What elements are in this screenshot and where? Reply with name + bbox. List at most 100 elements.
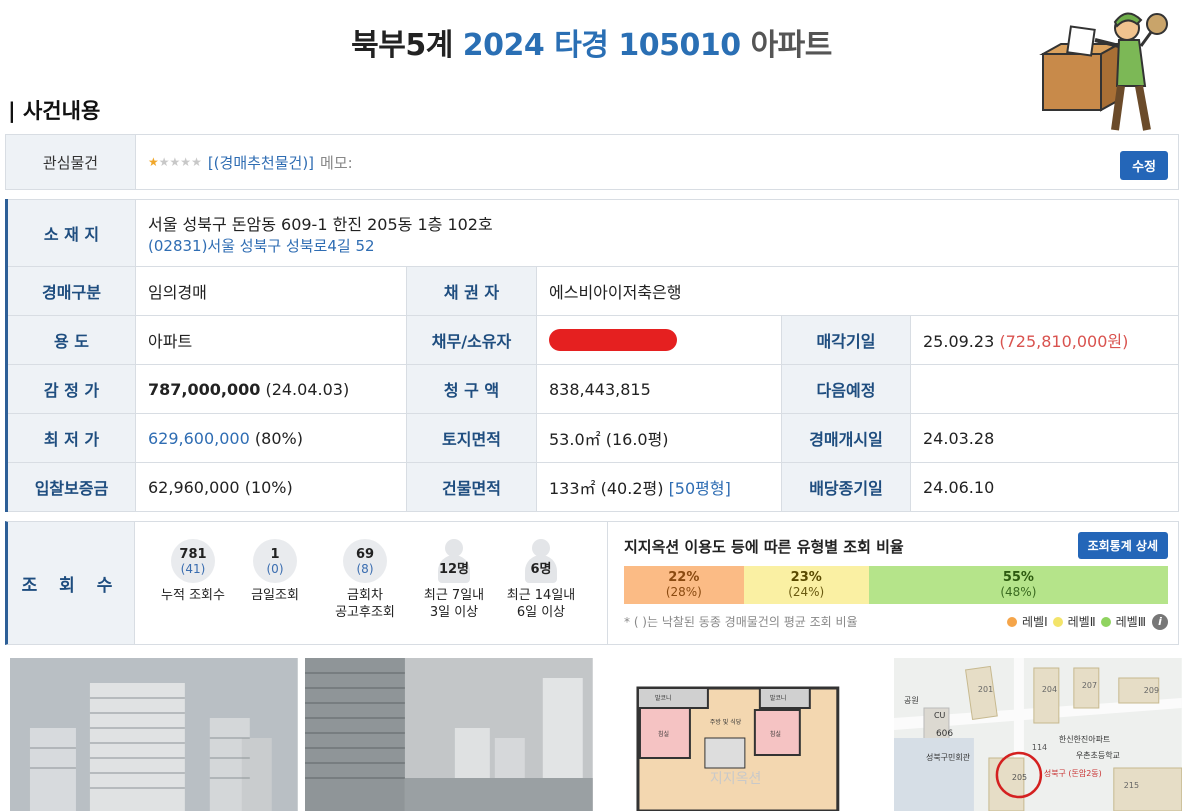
map-label: 우촌초등학교: [1076, 750, 1120, 760]
deposit-label: 입찰보증금: [6, 462, 136, 512]
page-title: 북부5계 2024 타경 105010 아파트: [0, 20, 1183, 64]
legend-label: 레벨Ⅲ: [1115, 615, 1146, 629]
sale-date-label: 매각기일: [781, 315, 911, 365]
land-area-value: 53.0㎡ (16.0평): [536, 413, 782, 463]
appraisal-label: 감 정 가: [6, 364, 136, 414]
apartment-photo-1[interactable]: [10, 658, 298, 811]
view-count-label: 조 회 수: [8, 522, 135, 644]
count-number: 781: [179, 546, 207, 562]
count-caption: 최근 7일내 3일 이상: [414, 587, 494, 621]
building-area-value: 133㎡ (40.2평): [549, 479, 664, 498]
map-label: 207: [1082, 681, 1097, 690]
dividend-deadline-value: 24.06.10: [910, 462, 1179, 512]
table-row: 소 재 지 서울 성북구 돈암동 609-1 한진 205동 1층 102호 (…: [6, 199, 1179, 267]
floorplan-label: 발코니: [654, 694, 671, 702]
count-sub: (0): [266, 561, 284, 576]
level2-dot-icon: [1052, 616, 1063, 627]
court-name: 북부5계: [351, 28, 453, 63]
count-caption: 누적 조회수: [161, 588, 225, 603]
ratio-segment-level3: 55% (48%): [868, 566, 1168, 604]
counter-today: 1 (0) 금일조회: [235, 539, 315, 604]
star-filled-icon[interactable]: ★: [148, 155, 159, 169]
case-info-table: 소 재 지 서울 성북구 돈암동 609-1 한진 205동 1층 102호 (…: [5, 199, 1179, 512]
star-empty-icon[interactable]: ★: [170, 155, 181, 169]
floorplan-label: 주방 및 식당: [709, 718, 741, 726]
auction-type-label: 경매구분: [6, 266, 136, 316]
floorplan-label: 침실: [769, 730, 780, 738]
counter-total: 781 (41) 누적 조회수: [153, 539, 233, 604]
segment-avg: (24%): [788, 585, 825, 599]
level-legend: 레벨Ⅰ 레벨Ⅱ 레벨Ⅲ i: [1007, 613, 1168, 630]
ratio-segment-level2: 23% (24%): [743, 566, 869, 604]
stats-detail-button[interactable]: 조회통계 상세: [1077, 532, 1168, 559]
legend-label: 레벨Ⅰ: [1022, 615, 1048, 629]
appraisal-value: 787,000,000: [148, 379, 261, 399]
edit-button[interactable]: 수정: [1120, 151, 1168, 180]
land-area-label: 토지면적: [406, 413, 537, 463]
star-empty-icon[interactable]: ★: [191, 155, 202, 169]
property-kind: 아파트: [750, 28, 833, 63]
caption-line: 금회차: [347, 588, 383, 603]
star-empty-icon[interactable]: ★: [159, 155, 170, 169]
building-area-cell: 133㎡ (40.2평) [50평형]: [536, 462, 782, 512]
next-schedule-value: [910, 364, 1179, 414]
interest-row: 관심물건 ★★★★★ [(경매추천물건)] 메모: 수정: [5, 134, 1179, 190]
table-row: 감 정 가 787,000,000 (24.04.03) 청 구 액 838,4…: [6, 364, 1179, 414]
sale-date: 25.09.23: [923, 332, 995, 351]
debtor-value: [536, 315, 782, 365]
table-row: 경매구분 임의경매 채 권 자 에스비아이저축은행: [6, 266, 1179, 316]
start-date-value: 24.03.28: [910, 413, 1179, 463]
person-icon: 12명: [432, 539, 476, 583]
claim-label: 청 구 액: [406, 364, 537, 414]
recommend-link[interactable]: [(경매추천물건)]: [208, 152, 314, 173]
count-bubble: 69 (8): [343, 539, 387, 583]
count-caption: 금회차 공고후조회: [325, 587, 405, 621]
segment-value: 22%: [668, 570, 700, 585]
count-bubble: 1 (0): [253, 539, 297, 583]
auction-type-value: 임의경매: [135, 266, 407, 316]
segment-avg: (28%): [665, 585, 702, 599]
floorplan-label: 발코니: [769, 694, 786, 702]
count-caption: 최근 14일내 6일 이상: [501, 587, 581, 621]
count-number: 12명: [438, 562, 470, 577]
level3-dot-icon: [1100, 616, 1111, 627]
info-icon[interactable]: i: [1152, 613, 1168, 630]
legend-label: 레벨Ⅱ: [1067, 615, 1096, 629]
table-row: 입찰보증금 62,960,000 (10%) 건물면적 133㎡ (40.2평)…: [6, 462, 1179, 512]
segment-value: 23%: [790, 570, 822, 585]
dividend-deadline-label: 배당종기일: [781, 462, 911, 512]
count-bubble: 781 (41): [171, 539, 215, 583]
caption-line: 최근 14일내: [506, 588, 576, 603]
map-label: 성북구민회관: [926, 752, 971, 762]
building-type-link[interactable]: [50평형]: [669, 479, 731, 498]
sale-price: (725,810,000원): [999, 332, 1129, 351]
section-title: | 사건내용: [8, 99, 101, 123]
creditor-value: 에스비아이저축은행: [536, 266, 1179, 316]
count-sub: (41): [180, 561, 206, 576]
rating-stars[interactable]: ★★★★★: [148, 155, 202, 169]
location-map[interactable]: 공원 CU 201 204 207 209 606 114 한신한진아파트 성북…: [894, 658, 1182, 811]
table-row: 최 저 가 629,600,000 (80%) 토지면적 53.0㎡ (16.0…: [6, 413, 1179, 463]
caption-line: 3일 이상: [429, 605, 479, 620]
debtor-label: 채무/소유자: [406, 315, 537, 365]
count-caption: 금일조회: [251, 588, 299, 603]
redaction-mark: [549, 329, 677, 351]
ratio-segment-level1: 22% (28%): [624, 566, 744, 604]
counter-this-round: 69 (8) 금회차 공고후조회: [325, 539, 405, 621]
count-number: 69: [355, 546, 375, 562]
photo-strip: 발코니 발코니 주방 및 식당 침실 침실 지지옥션 공원 CU 201 204: [10, 658, 1182, 811]
floor-plan-image[interactable]: 발코니 발코니 주방 및 식당 침실 침실 지지옥션: [599, 658, 888, 811]
apartment-photo-2[interactable]: [304, 658, 593, 811]
map-label: 공원: [904, 696, 919, 705]
counter-recent-7: 12명 최근 7일내 3일 이상: [414, 539, 494, 621]
view-ratio-section: 지지옥션 이용도 등에 따른 유형별 조회 비율 조회통계 상세 22% (28…: [608, 522, 1178, 644]
map-label: 606: [936, 729, 953, 739]
road-address-link[interactable]: (02831)서울 성북구 성북로4길 52: [148, 235, 1166, 256]
caption-line: 공고후조회: [335, 605, 395, 620]
interest-value: ★★★★★ [(경매추천물건)] 메모:: [136, 135, 1178, 189]
map-label: CU: [934, 711, 946, 720]
usage-label: 용 도: [6, 315, 136, 365]
view-counters: 781 (41) 누적 조회수 1 (0) 금일조회 69 (8) 금회차 공고…: [135, 522, 608, 644]
min-price-pct: (80%): [254, 428, 303, 448]
star-empty-icon[interactable]: ★: [180, 155, 191, 169]
